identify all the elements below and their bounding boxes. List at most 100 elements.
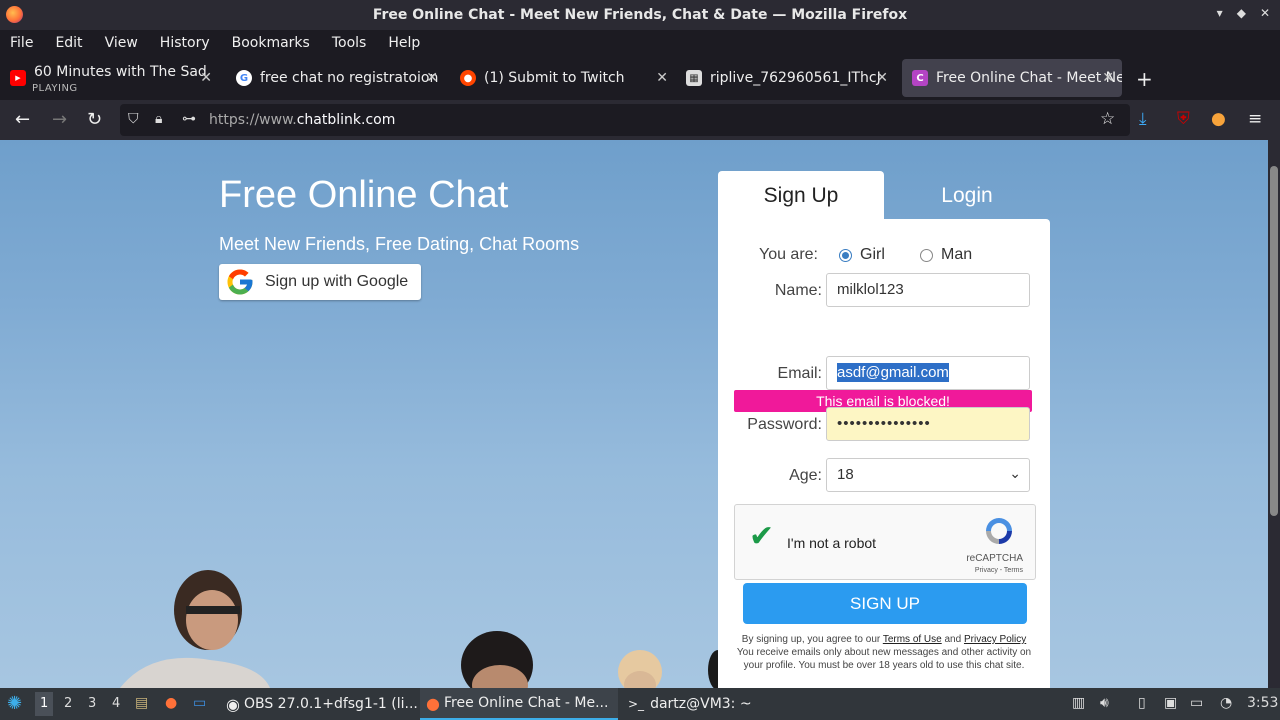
page-viewport: Free Online Chat Meet New Friends, Free … bbox=[0, 140, 1268, 688]
desktop-3[interactable]: 3 bbox=[88, 696, 96, 711]
app-launcher-icon[interactable]: ✺ bbox=[7, 693, 22, 714]
reddit-icon: ● bbox=[460, 70, 476, 86]
hamburger-menu-icon[interactable]: ≡ bbox=[1248, 109, 1262, 129]
obs-icon: ◉ bbox=[226, 694, 240, 714]
notes-icon[interactable]: ▯ bbox=[1138, 695, 1146, 711]
terminal-launcher-icon[interactable]: ▭ bbox=[193, 695, 206, 711]
key-icon[interactable]: ⊶ bbox=[182, 111, 196, 127]
signup-form: You are: Girl Man Name: milklol123 This … bbox=[718, 219, 1050, 688]
age-select[interactable]: 18 ⌄ bbox=[826, 458, 1030, 492]
page-scrollbar[interactable] bbox=[1268, 140, 1280, 688]
google-signup-label: Sign up with Google bbox=[265, 273, 409, 290]
tab-google[interactable]: G free chat no registratoion ✕ bbox=[226, 59, 446, 97]
age-select-value: 18 bbox=[837, 466, 854, 483]
minimize-icon[interactable]: ▾ bbox=[1217, 6, 1223, 20]
firefox-icon: ● bbox=[426, 693, 440, 713]
file-manager-icon[interactable]: ▤ bbox=[135, 695, 148, 711]
tab-close-icon[interactable]: ✕ bbox=[1102, 70, 1114, 86]
tab-file[interactable]: ▦ riplive_762960561_IThcJ ✕ bbox=[676, 59, 896, 97]
taskbar-window-firefox[interactable]: ● Free Online Chat - Me... bbox=[420, 688, 618, 720]
hero-title: Free Online Chat bbox=[219, 174, 509, 216]
recaptcha-widget[interactable]: ✔ I'm not a robot reCAPTCHA Privacy - Te… bbox=[734, 504, 1036, 580]
gender-girl-label[interactable]: Girl bbox=[860, 246, 885, 264]
hero-background-photo bbox=[120, 570, 728, 688]
bookmark-star-icon[interactable]: ☆ bbox=[1100, 109, 1115, 129]
password-input[interactable]: ••••••••••••••• bbox=[826, 407, 1030, 441]
signup-submit-button[interactable]: SIGN UP bbox=[743, 583, 1027, 624]
window-titlebar: Free Online Chat - Meet New Friends, Cha… bbox=[0, 0, 1280, 30]
checkmark-icon[interactable]: ✔ bbox=[749, 519, 774, 554]
name-input[interactable]: milklol123 bbox=[826, 273, 1030, 307]
firefox-launcher-icon[interactable]: ● bbox=[165, 695, 177, 711]
system-taskbar: ✺ 1 2 3 4 ▤ ● ▭ ◉ OBS 27.0.1+dfsg1-1 (li… bbox=[0, 688, 1280, 720]
tab-close-icon[interactable]: ✕ bbox=[200, 70, 212, 86]
menu-file[interactable]: File bbox=[10, 35, 33, 51]
display-icon[interactable]: ▣ bbox=[1164, 695, 1177, 711]
taskbar-window-terminal[interactable]: >_ dartz@VM3: ~ bbox=[620, 688, 810, 720]
gender-man-label[interactable]: Man bbox=[941, 246, 972, 264]
tab-reddit[interactable]: ● (1) Submit to Twitch ✕ bbox=[450, 59, 676, 97]
email-label: Email: bbox=[777, 365, 822, 382]
terms-text: By signing up, you agree to our Terms of… bbox=[736, 634, 1032, 671]
desktop-4[interactable]: 4 bbox=[112, 696, 120, 711]
tab-close-icon[interactable]: ✕ bbox=[876, 70, 888, 86]
recaptcha-brand: reCAPTCHA bbox=[966, 553, 1023, 564]
forward-button[interactable]: → bbox=[52, 109, 67, 130]
url-bar[interactable]: ⛉ 🔒︎ ⊶ https://www.chatblink.com bbox=[120, 104, 1130, 136]
terms-of-use-link[interactable]: Terms of Use bbox=[883, 634, 942, 645]
menu-bar: File Edit View History Bookmarks Tools H… bbox=[0, 30, 1280, 55]
tab-close-icon[interactable]: ✕ bbox=[426, 70, 438, 86]
recaptcha-terms-link[interactable]: Privacy - Terms bbox=[975, 567, 1023, 574]
tab-close-icon[interactable]: ✕ bbox=[656, 70, 668, 86]
shield-icon[interactable]: ⛉ bbox=[128, 111, 139, 127]
name-label: Name: bbox=[774, 282, 822, 299]
tab-signup[interactable]: Sign Up bbox=[718, 171, 884, 221]
desktop-1[interactable]: 1 bbox=[35, 692, 54, 716]
close-icon[interactable]: ✕ bbox=[1260, 6, 1270, 20]
maximize-icon[interactable]: ◆ bbox=[1237, 6, 1246, 20]
google-signup-button[interactable]: Sign up with Google bbox=[219, 264, 421, 300]
ublock-icon[interactable]: ⛨ bbox=[1177, 109, 1190, 129]
extension-icon[interactable]: ● bbox=[1211, 109, 1226, 129]
download-icon[interactable]: ⤓ bbox=[1139, 109, 1147, 129]
menu-history[interactable]: History bbox=[160, 35, 210, 51]
hero-subtitle: Meet New Friends, Free Dating, Chat Room… bbox=[219, 234, 580, 254]
gender-girl-radio[interactable] bbox=[839, 249, 852, 262]
url-text[interactable]: https://www.chatblink.com bbox=[209, 112, 395, 128]
password-label: Password: bbox=[747, 416, 822, 433]
volume-icon[interactable]: 🔊︎ bbox=[1100, 695, 1109, 711]
email-input[interactable]: asdf@gmail.com bbox=[826, 356, 1030, 390]
google-logo-icon bbox=[227, 269, 253, 295]
tab-bar: ▶ 60 Minutes with The Sad PLAYING ✕ G fr… bbox=[0, 55, 1280, 100]
recaptcha-logo-icon bbox=[986, 518, 1012, 544]
tab-chatblink[interactable]: C Free Online Chat - Meet New ✕ bbox=[902, 59, 1122, 97]
tab-login[interactable]: Login bbox=[884, 171, 1050, 221]
menu-edit[interactable]: Edit bbox=[55, 35, 82, 51]
email-input-value: asdf@gmail.com bbox=[837, 363, 949, 382]
clipboard-icon[interactable]: ▥ bbox=[1072, 695, 1085, 711]
lock-icon[interactable]: 🔒︎ bbox=[155, 111, 162, 127]
tab-youtube[interactable]: ▶ 60 Minutes with The Sad PLAYING ✕ bbox=[0, 59, 220, 97]
firefox-icon bbox=[6, 6, 23, 23]
new-tab-button[interactable]: + bbox=[1136, 67, 1153, 91]
clock[interactable]: 3:53 bbox=[1247, 695, 1278, 711]
menu-help[interactable]: Help bbox=[388, 35, 420, 51]
scrollbar-thumb[interactable] bbox=[1270, 166, 1278, 516]
menu-view[interactable]: View bbox=[105, 35, 138, 51]
desktop-2[interactable]: 2 bbox=[64, 696, 72, 711]
menu-bookmarks[interactable]: Bookmarks bbox=[232, 35, 310, 51]
google-icon: G bbox=[236, 70, 252, 86]
update-icon[interactable]: ◔ bbox=[1220, 695, 1232, 711]
gender-man-radio[interactable] bbox=[920, 249, 933, 262]
notifications-icon[interactable]: ▭ bbox=[1190, 695, 1203, 711]
file-icon: ▦ bbox=[686, 70, 702, 86]
chevron-down-icon: ⌄ bbox=[1009, 465, 1021, 481]
youtube-icon: ▶ bbox=[10, 70, 26, 86]
menu-tools[interactable]: Tools bbox=[332, 35, 367, 51]
taskbar-window-obs[interactable]: ◉ OBS 27.0.1+dfsg1-1 (li... bbox=[222, 688, 418, 720]
back-button[interactable]: ← bbox=[15, 109, 30, 130]
window-title: Free Online Chat - Meet New Friends, Cha… bbox=[372, 7, 908, 23]
reload-button[interactable]: ↻ bbox=[87, 109, 102, 130]
age-label: Age: bbox=[789, 467, 822, 484]
privacy-policy-link[interactable]: Privacy Policy bbox=[964, 634, 1026, 645]
